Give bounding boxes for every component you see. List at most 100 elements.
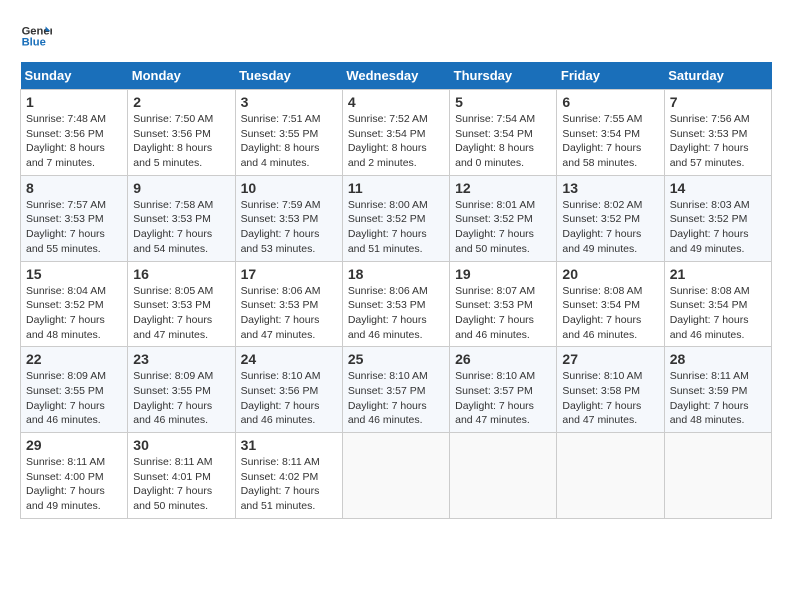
calendar-cell: 20Sunrise: 8:08 AMSunset: 3:54 PMDayligh… [557, 261, 664, 347]
logo: General Blue [20, 20, 52, 52]
day-info: Sunrise: 8:11 AMSunset: 4:01 PMDaylight:… [133, 455, 229, 514]
day-info: Sunrise: 8:06 AMSunset: 3:53 PMDaylight:… [348, 284, 444, 343]
calendar-cell: 30 Sunrise: 8:11 AMSunset: 4:01 PMDayligh… [128, 433, 235, 519]
calendar-cell: 14 Sunrise: 8:03 AMSunset: 3:52 PMDayligh… [664, 175, 771, 261]
calendar-cell: 25 Sunrise: 8:10 AMSunset: 3:57 PMDayligh… [342, 347, 449, 433]
svg-text:General: General [22, 25, 52, 37]
day-info: Sunrise: 7:57 AMSunset: 3:53 PMDaylight:… [26, 198, 122, 257]
day-number: 14 [670, 180, 766, 196]
day-number: 30 [133, 437, 229, 453]
calendar-cell: 22 Sunrise: 8:09 AMSunset: 3:55 PMDayligh… [21, 347, 128, 433]
calendar-cell: 6 Sunrise: 7:55 AMSunset: 3:54 PMDaylight… [557, 90, 664, 176]
day-number: 8 [26, 180, 122, 196]
day-number: 6 [562, 94, 658, 110]
calendar-cell [450, 433, 557, 519]
calendar-cell: 29 Sunrise: 8:11 AMSunset: 4:00 PMDayligh… [21, 433, 128, 519]
day-number: 28 [670, 351, 766, 367]
calendar-cell: 2 Sunrise: 7:50 AMSunset: 3:56 PMDaylight… [128, 90, 235, 176]
day-info: Sunrise: 8:00 AMSunset: 3:52 PMDaylight:… [348, 198, 444, 257]
day-info: Sunrise: 8:09 AMSunset: 3:55 PMDaylight:… [133, 369, 229, 428]
day-number: 17 [241, 266, 337, 282]
day-number: 12 [455, 180, 551, 196]
day-number: 13 [562, 180, 658, 196]
calendar-cell: 4 Sunrise: 7:52 AMSunset: 3:54 PMDaylight… [342, 90, 449, 176]
calendar-cell: 7 Sunrise: 7:56 AMSunset: 3:53 PMDaylight… [664, 90, 771, 176]
calendar-cell: 5 Sunrise: 7:54 AMSunset: 3:54 PMDaylight… [450, 90, 557, 176]
calendar-cell: 16 Sunrise: 8:05 AMSunset: 3:53 PMDayligh… [128, 261, 235, 347]
day-number: 20 [562, 266, 658, 282]
calendar-cell: 15 Sunrise: 8:04 AMSunset: 3:52 PMDayligh… [21, 261, 128, 347]
day-number: 15 [26, 266, 122, 282]
day-info: Sunrise: 8:11 AMSunset: 4:02 PMDaylight:… [241, 455, 337, 514]
calendar-cell: 23 Sunrise: 8:09 AMSunset: 3:55 PMDayligh… [128, 347, 235, 433]
calendar-cell: 8 Sunrise: 7:57 AMSunset: 3:53 PMDaylight… [21, 175, 128, 261]
day-info: Sunrise: 8:10 AMSunset: 3:57 PMDaylight:… [455, 369, 551, 428]
day-number: 3 [241, 94, 337, 110]
calendar-cell: 28Sunrise: 8:11 AMSunset: 3:59 PMDayligh… [664, 347, 771, 433]
day-info: Sunrise: 8:03 AMSunset: 3:52 PMDaylight:… [670, 198, 766, 257]
day-number: 24 [241, 351, 337, 367]
calendar-cell: 12Sunrise: 8:01 AMSunset: 3:52 PMDayligh… [450, 175, 557, 261]
calendar-cell [342, 433, 449, 519]
day-number: 5 [455, 94, 551, 110]
day-info: Sunrise: 8:05 AMSunset: 3:53 PMDaylight:… [133, 284, 229, 343]
day-info: Sunrise: 7:58 AMSunset: 3:53 PMDaylight:… [133, 198, 229, 257]
weekday-header: Wednesday [342, 62, 449, 90]
calendar-cell: 31 Sunrise: 8:11 AMSunset: 4:02 PMDayligh… [235, 433, 342, 519]
calendar-week-row: 8 Sunrise: 7:57 AMSunset: 3:53 PMDaylight… [21, 175, 772, 261]
day-info: Sunrise: 7:50 AMSunset: 3:56 PMDaylight:… [133, 112, 229, 171]
page-header: General Blue [20, 20, 772, 52]
day-number: 2 [133, 94, 229, 110]
calendar-header: SundayMondayTuesdayWednesdayThursdayFrid… [21, 62, 772, 90]
day-number: 25 [348, 351, 444, 367]
calendar-cell: 17Sunrise: 8:06 AMSunset: 3:53 PMDayligh… [235, 261, 342, 347]
calendar-cell: 26Sunrise: 8:10 AMSunset: 3:57 PMDayligh… [450, 347, 557, 433]
day-number: 4 [348, 94, 444, 110]
weekday-header: Friday [557, 62, 664, 90]
day-number: 11 [348, 180, 444, 196]
day-info: Sunrise: 8:02 AMSunset: 3:52 PMDaylight:… [562, 198, 658, 257]
calendar-week-row: 15 Sunrise: 8:04 AMSunset: 3:52 PMDayligh… [21, 261, 772, 347]
calendar-cell: 11 Sunrise: 8:00 AMSunset: 3:52 PMDayligh… [342, 175, 449, 261]
day-info: Sunrise: 7:52 AMSunset: 3:54 PMDaylight:… [348, 112, 444, 171]
day-number: 29 [26, 437, 122, 453]
calendar-cell [664, 433, 771, 519]
weekday-header: Thursday [450, 62, 557, 90]
day-info: Sunrise: 7:54 AMSunset: 3:54 PMDaylight:… [455, 112, 551, 171]
day-info: Sunrise: 8:11 AMSunset: 4:00 PMDaylight:… [26, 455, 122, 514]
weekday-header: Tuesday [235, 62, 342, 90]
weekday-header: Monday [128, 62, 235, 90]
weekday-header: Sunday [21, 62, 128, 90]
day-info: Sunrise: 7:55 AMSunset: 3:54 PMDaylight:… [562, 112, 658, 171]
day-number: 19 [455, 266, 551, 282]
day-info: Sunrise: 7:51 AMSunset: 3:55 PMDaylight:… [241, 112, 337, 171]
calendar-cell: 24 Sunrise: 8:10 AMSunset: 3:56 PMDayligh… [235, 347, 342, 433]
day-info: Sunrise: 8:08 AMSunset: 3:54 PMDaylight:… [670, 284, 766, 343]
calendar-cell: 27Sunrise: 8:10 AMSunset: 3:58 PMDayligh… [557, 347, 664, 433]
day-number: 9 [133, 180, 229, 196]
day-number: 23 [133, 351, 229, 367]
calendar-cell: 9 Sunrise: 7:58 AMSunset: 3:53 PMDaylight… [128, 175, 235, 261]
day-info: Sunrise: 7:59 AMSunset: 3:53 PMDaylight:… [241, 198, 337, 257]
day-number: 18 [348, 266, 444, 282]
calendar-cell: 1Sunrise: 7:48 AMSunset: 3:56 PMDaylight… [21, 90, 128, 176]
calendar-cell: 3 Sunrise: 7:51 AMSunset: 3:55 PMDaylight… [235, 90, 342, 176]
day-info: Sunrise: 8:09 AMSunset: 3:55 PMDaylight:… [26, 369, 122, 428]
calendar-cell: 13 Sunrise: 8:02 AMSunset: 3:52 PMDayligh… [557, 175, 664, 261]
day-number: 31 [241, 437, 337, 453]
day-info: Sunrise: 8:04 AMSunset: 3:52 PMDaylight:… [26, 284, 122, 343]
day-info: Sunrise: 8:10 AMSunset: 3:58 PMDaylight:… [562, 369, 658, 428]
calendar-cell [557, 433, 664, 519]
day-number: 10 [241, 180, 337, 196]
logo-icon: General Blue [20, 20, 52, 52]
day-number: 16 [133, 266, 229, 282]
day-info: Sunrise: 8:07 AMSunset: 3:53 PMDaylight:… [455, 284, 551, 343]
day-number: 7 [670, 94, 766, 110]
calendar-week-row: 29 Sunrise: 8:11 AMSunset: 4:00 PMDayligh… [21, 433, 772, 519]
day-info: Sunrise: 7:56 AMSunset: 3:53 PMDaylight:… [670, 112, 766, 171]
day-number: 22 [26, 351, 122, 367]
day-info: Sunrise: 8:10 AMSunset: 3:56 PMDaylight:… [241, 369, 337, 428]
calendar-table: SundayMondayTuesdayWednesdayThursdayFrid… [20, 62, 772, 519]
calendar-week-row: 22 Sunrise: 8:09 AMSunset: 3:55 PMDayligh… [21, 347, 772, 433]
day-info: Sunrise: 8:10 AMSunset: 3:57 PMDaylight:… [348, 369, 444, 428]
